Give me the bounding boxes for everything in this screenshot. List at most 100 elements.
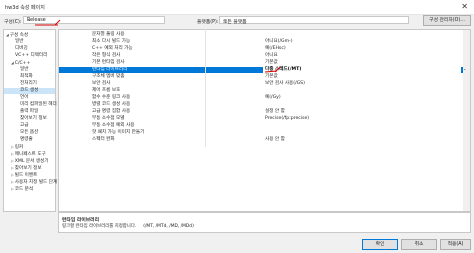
tree-item[interactable]: VC++ 디렉터리 [4, 53, 55, 59]
tree-item[interactable]: 일반 [4, 67, 55, 73]
chevron-right-icon[interactable]: ▷ [11, 166, 14, 170]
red-check-annotation [264, 66, 281, 73]
tree-item-label: 매니페스트 도구 [14, 152, 46, 157]
vertical-scrollbar[interactable] [463, 30, 470, 211]
property-row[interactable]: 런타임 라이브러리 다중 스레드(/MT) [59, 67, 464, 73]
category-tree[interactable]: ◢구성 속성 일반 디버깅 VC++ 디렉터리 ◢C/C++ 일반 최적화 전처리기 코드 생성… [3, 29, 57, 212]
ok-button[interactable]: 확인 [362, 239, 398, 250]
property-name: C++ 예외 처리 가능 [92, 46, 133, 51]
tree-item-label: 코드 생성 [20, 88, 39, 93]
property-row[interactable]: 기본 런타임 검사 기본값 [59, 60, 464, 66]
chevron-down-icon[interactable]: ◢ [11, 61, 14, 65]
property-name: 문자열 풀링 사용 [92, 32, 125, 37]
tree-item[interactable]: 전처리기 [4, 81, 55, 87]
tree-item[interactable]: ▷빌드 이벤트 [4, 172, 55, 178]
tree-item[interactable]: ▷XML 문서 생성기 [4, 158, 55, 164]
property-name: 스펙터 완화 [92, 137, 115, 142]
tree-item[interactable]: 일반 [4, 39, 55, 45]
description-title: 런타임 라이브러리 [62, 218, 99, 223]
tree-item[interactable]: 명령줄 [4, 137, 55, 143]
property-row[interactable]: 부동 소수점 예외 사용 [59, 123, 464, 129]
tree-item[interactable]: 고급 [4, 123, 55, 129]
property-value: 기본값 [265, 74, 278, 79]
tree-item[interactable]: ▷코드 분석 [4, 186, 55, 192]
tree-item[interactable]: 미리 컴파일된 헤더 [4, 102, 57, 108]
tree-item-label: 디버깅 [15, 46, 28, 51]
tree-item[interactable]: 모든 옵션 [4, 130, 55, 136]
property-row[interactable]: 고급 명령 집합 사용 설정 안 함 [59, 109, 464, 115]
tree-item-label: 모든 옵션 [20, 130, 39, 135]
platform-combobox[interactable]: 모든 플랫폼 ⌄ [219, 16, 409, 25]
tree-item-label: 찾아보기 정보 [14, 166, 42, 171]
property-name: 함수 수준 링크 사용 [92, 95, 131, 100]
property-row[interactable]: 핫 패치 가능 이미지 만들기 [59, 130, 464, 136]
tree-item-label: 명령줄 [20, 137, 33, 142]
property-name: 핫 패치 가능 이미지 만들기 [92, 130, 145, 135]
property-value: 보안 검사 사용(/GS) [265, 81, 305, 86]
tree-item[interactable]: ▷찾아보기 정보 [4, 165, 55, 171]
property-row[interactable]: 제어 흐름 보호 [59, 88, 464, 94]
property-row[interactable]: 구조체 멤버 맞춤 기본값 [59, 74, 464, 80]
chevron-down-icon[interactable]: ◢ [6, 33, 9, 37]
column-divider [205, 29, 206, 147]
chevron-right-icon[interactable]: ▷ [11, 173, 14, 177]
property-row[interactable]: C++ 예외 처리 가능 예(/EHsc) [59, 46, 464, 52]
tree-item-label: 일반 [15, 39, 24, 44]
property-row[interactable]: 함수 수준 링크 사용 예(/Gy) [59, 95, 464, 101]
tree-item-label: VC++ 디렉터리 [15, 53, 48, 58]
tree-item[interactable]: 코드 생성 [4, 88, 55, 94]
apply-button[interactable]: 적용(A) [440, 239, 471, 250]
tree-item-label: C/C++ [14, 61, 31, 66]
tree-item[interactable]: 디버깅 [4, 46, 55, 52]
description-pane: 런타임 라이브러리 링크할 런타임 라이브러리를 지정합니다. (/MT, /M… [58, 212, 471, 233]
chevron-right-icon[interactable]: ▷ [11, 152, 14, 156]
tree-item-label: 일반 [20, 67, 29, 72]
dropdown-arrow-icon[interactable]: ⌄ [463, 66, 466, 71]
property-name: 보안 검사 [92, 81, 111, 86]
tree-item[interactable]: ◢구성 속성 [4, 32, 55, 38]
chevron-right-icon[interactable]: ▷ [11, 187, 14, 191]
tree-item[interactable]: 찾아보기 정보 [4, 116, 55, 122]
tree-item-label: 코드 분석 [14, 187, 34, 192]
property-name: 구조체 멤버 맞춤 [92, 74, 125, 79]
tree-item-label: 미리 컴파일된 헤더 [20, 102, 57, 107]
property-row[interactable]: 부동 소수점 모델 Precise(/fp:precise) [59, 116, 464, 122]
chevron-right-icon[interactable]: ▷ [11, 145, 14, 149]
property-row[interactable]: 작은 형식 검사 아니요 [59, 53, 464, 59]
title-bar: hw3d 속성 페이지 ✕ [0, 0, 474, 15]
property-row[interactable]: 보안 검사 보안 검사 사용(/GS) [59, 81, 464, 87]
tree-item[interactable]: ▷매니페스트 도구 [4, 151, 55, 157]
chevron-down-icon: ⌄ [223, 18, 228, 23]
property-value: 예(/Gy) [265, 95, 281, 100]
property-name: 부동 소수점 모델 [92, 116, 125, 121]
tree-item[interactable]: ▷사용자 지정 빌드 단계 [4, 179, 57, 185]
chevron-right-icon[interactable]: ▷ [11, 180, 14, 184]
property-grid[interactable]: 문자열 풀링 사용최소 다시 빌드 가능 아니요(/Gm-) C++ 예외 처리 가… [58, 29, 471, 212]
property-value: 아니요(/Gm-) [265, 39, 293, 44]
tree-item[interactable]: ▷링커 [4, 144, 55, 150]
property-row[interactable]: 스펙터 완화 사용 안 함 [59, 137, 464, 143]
config-label: 구성(C): [4, 20, 22, 25]
property-value: 설정 안 함 [265, 109, 285, 114]
property-name: 병렬 코드 생성 사용 [92, 102, 131, 107]
tree-item[interactable]: ◢C/C++ [4, 60, 55, 66]
property-name: 고급 명령 집합 사용 [92, 109, 131, 114]
property-row[interactable]: 병렬 코드 생성 사용 [59, 102, 464, 108]
property-value: Precise(/fp:precise) [265, 116, 310, 121]
red-underline-annotation [35, 19, 61, 26]
property-name: 기본 런타임 검사 [92, 60, 125, 65]
property-row[interactable]: 최소 다시 빌드 가능 아니요(/Gm-) [59, 39, 464, 45]
tree-item-label: 출력 파일 [20, 109, 39, 114]
property-value: 아니요 [265, 53, 278, 58]
property-value[interactable]: 다중 스레드(/MT) [263, 67, 461, 73]
close-icon[interactable]: ✕ [461, 2, 468, 11]
tree-item-label: 찾아보기 정보 [20, 116, 47, 121]
cancel-button[interactable]: 취소 [401, 239, 437, 250]
property-name: 최소 다시 빌드 가능 [92, 39, 131, 44]
chevron-right-icon[interactable]: ▷ [11, 159, 14, 163]
property-row[interactable]: 문자열 풀링 사용 [59, 32, 464, 38]
config-manager-button[interactable]: 구성 관리자(O)... [423, 15, 471, 26]
tree-item[interactable]: 언어 [4, 95, 55, 101]
tree-item[interactable]: 출력 파일 [4, 109, 55, 115]
tree-item[interactable]: 최적화 [4, 74, 55, 80]
